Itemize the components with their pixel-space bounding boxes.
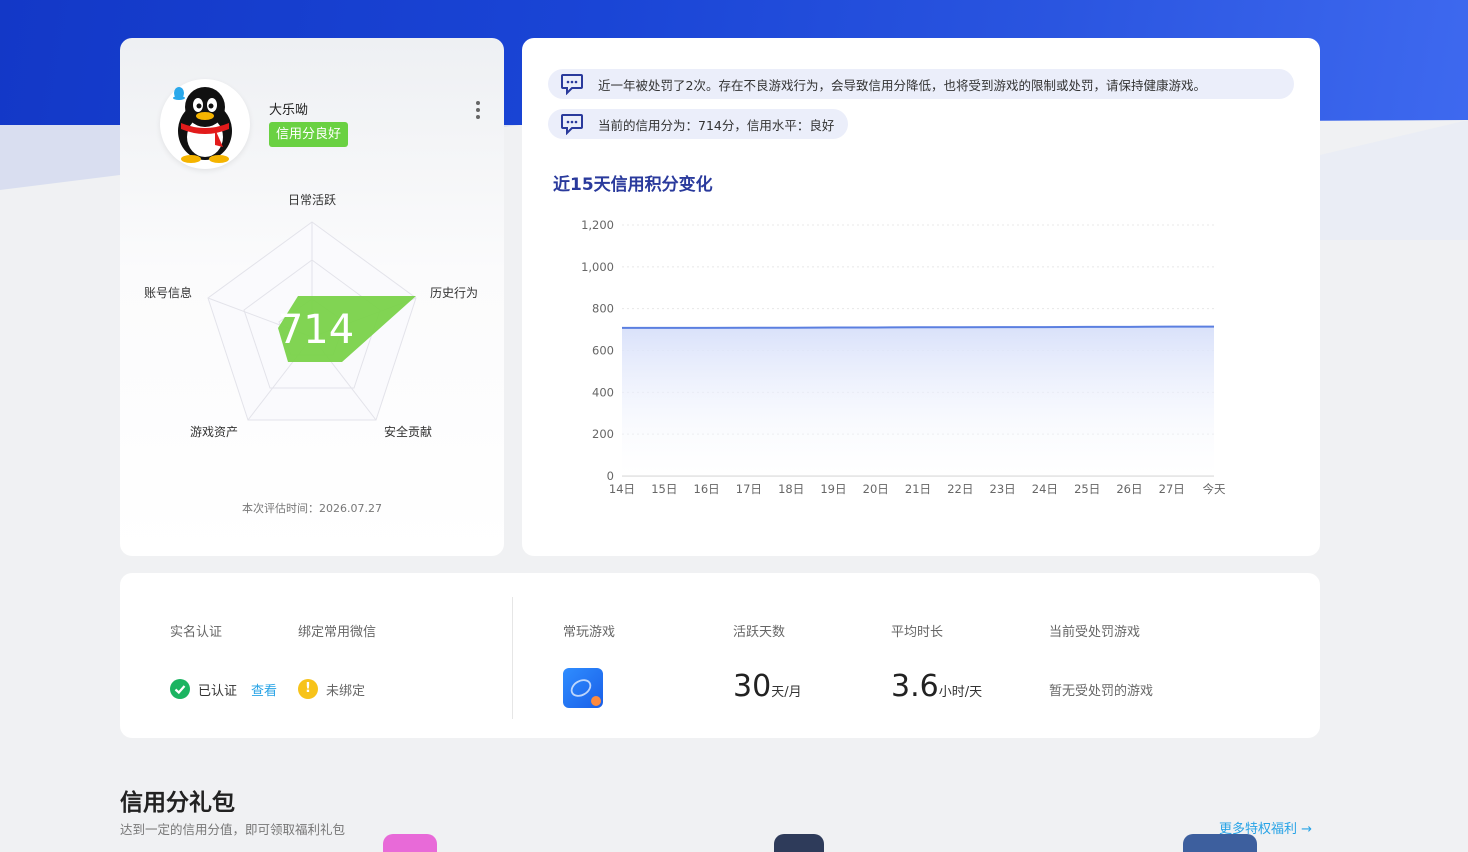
y-tick-label: 200 <box>592 427 614 441</box>
check-circle-icon <box>170 679 190 699</box>
y-tick-label: 800 <box>592 302 614 316</box>
realname-label: 实名认证 <box>170 625 223 640</box>
avg-time-label: 平均时长 <box>891 625 944 640</box>
x-tick-label: 14日 <box>609 482 635 496</box>
chart-area-fill <box>622 326 1214 476</box>
x-tick-label: 26日 <box>1116 482 1142 496</box>
radar-label-daily: 日常活跃 <box>288 193 336 207</box>
current-score-notice: 当前的信用分为：714分，信用水平：良好 <box>548 109 849 139</box>
x-tick-label: 22日 <box>947 482 973 496</box>
gift-section-title: 信用分礼包 <box>120 790 235 816</box>
x-tick-label: 16日 <box>694 482 720 496</box>
x-tick-label: 15日 <box>651 482 677 496</box>
punishment-notice-text: 近一年被处罚了2次。存在不良游戏行为，会导致信用分降低，也将受到游戏的限制或处罚… <box>598 77 1206 93</box>
y-tick-label: 0 <box>607 469 614 483</box>
x-tick-label: 25日 <box>1074 482 1100 496</box>
frequent-game-label: 常玩游戏 <box>563 625 616 640</box>
wechat-label: 绑定常用微信 <box>298 625 377 640</box>
x-tick-label: 17日 <box>736 482 762 496</box>
chart-title: 近15天信用积分变化 <box>553 175 713 195</box>
punishment-notice: 近一年被处罚了2次。存在不良游戏行为，会导致信用分降低，也将受到游戏的限制或处罚… <box>548 69 1294 99</box>
game-icon[interactable] <box>563 668 603 708</box>
y-tick-label: 400 <box>592 385 614 399</box>
realname-status: 已认证 查看 <box>170 679 277 699</box>
wechat-status-text: 未绑定 <box>326 683 366 699</box>
credit-level-badge: 信用分良好 <box>269 122 349 147</box>
avg-time-value: 3.6小时/天 <box>891 669 983 704</box>
x-tick-label: 24日 <box>1032 482 1058 496</box>
x-tick-label: 23日 <box>990 482 1016 496</box>
more-options-icon[interactable] <box>470 99 486 121</box>
y-tick-label: 600 <box>592 344 614 358</box>
x-tick-label: 19日 <box>820 482 846 496</box>
username: 大乐呦 <box>269 103 309 118</box>
gift-item-image <box>1183 834 1257 852</box>
gift-section-subtitle: 达到一定的信用分值，即可领取福利礼包 <box>120 822 346 837</box>
x-tick-label: 21日 <box>905 482 931 496</box>
x-tick-label: 18日 <box>778 482 804 496</box>
credit-chart-card: 近一年被处罚了2次。存在不良游戏行为，会导致信用分降低，也将受到游戏的限制或处罚… <box>522 38 1320 556</box>
y-tick-label: 1,000 <box>581 260 614 274</box>
active-days-label: 活跃天数 <box>733 625 786 640</box>
x-tick-label: 20日 <box>863 482 889 496</box>
evaluation-time: 本次评估时间：2026.07.27 <box>242 502 382 515</box>
qq-badge-icon <box>173 87 185 100</box>
warning-circle-icon: ! <box>298 679 318 699</box>
radar-label-account: 账号信息 <box>144 285 192 300</box>
x-tick-label: 今天 <box>1203 482 1226 496</box>
radar-label-history: 历史行为 <box>430 286 478 300</box>
realname-view-link[interactable]: 查看 <box>251 680 277 699</box>
credit-score-line-chart: 0 200 400 600 800 1,000 1,200 14日 15日 16日 17日 18日 1… <box>581 218 1226 496</box>
active-days-value: 30天/月 <box>733 669 802 704</box>
stats-divider <box>512 597 513 719</box>
radar-label-security: 安全贡献 <box>384 424 432 439</box>
message-icon <box>561 114 583 135</box>
penalty-game-label: 当前受处罚游戏 <box>1049 625 1141 640</box>
message-icon <box>561 74 583 95</box>
account-stats-card: 实名认证 绑定常用微信 已认证 查看 ! 未绑定 常玩游戏 活跃天数 平均时长 … <box>120 573 1320 738</box>
realname-status-text: 已认证 <box>198 683 238 699</box>
penalty-game-value: 暂无受处罚的游戏 <box>1049 684 1154 699</box>
gift-item-image <box>774 834 824 852</box>
profile-card: 大乐呦 信用分良好 714 日常活跃 历史行为 安全贡献 游戏资产 账号信息 本… <box>120 38 504 556</box>
wechat-status: ! 未绑定 <box>298 679 365 699</box>
credit-radar-chart: 714 日常活跃 历史行为 安全贡献 游戏资产 账号信息 <box>144 193 478 439</box>
y-tick-label: 1,200 <box>581 218 614 232</box>
gift-item-image <box>383 834 437 852</box>
x-tick-label: 27日 <box>1159 482 1185 496</box>
radar-label-assets: 游戏资产 <box>190 425 238 439</box>
radar-score-value: 714 <box>278 307 354 353</box>
avatar[interactable] <box>160 79 250 169</box>
current-score-notice-text: 当前的信用分为：714分，信用水平：良好 <box>598 117 835 133</box>
